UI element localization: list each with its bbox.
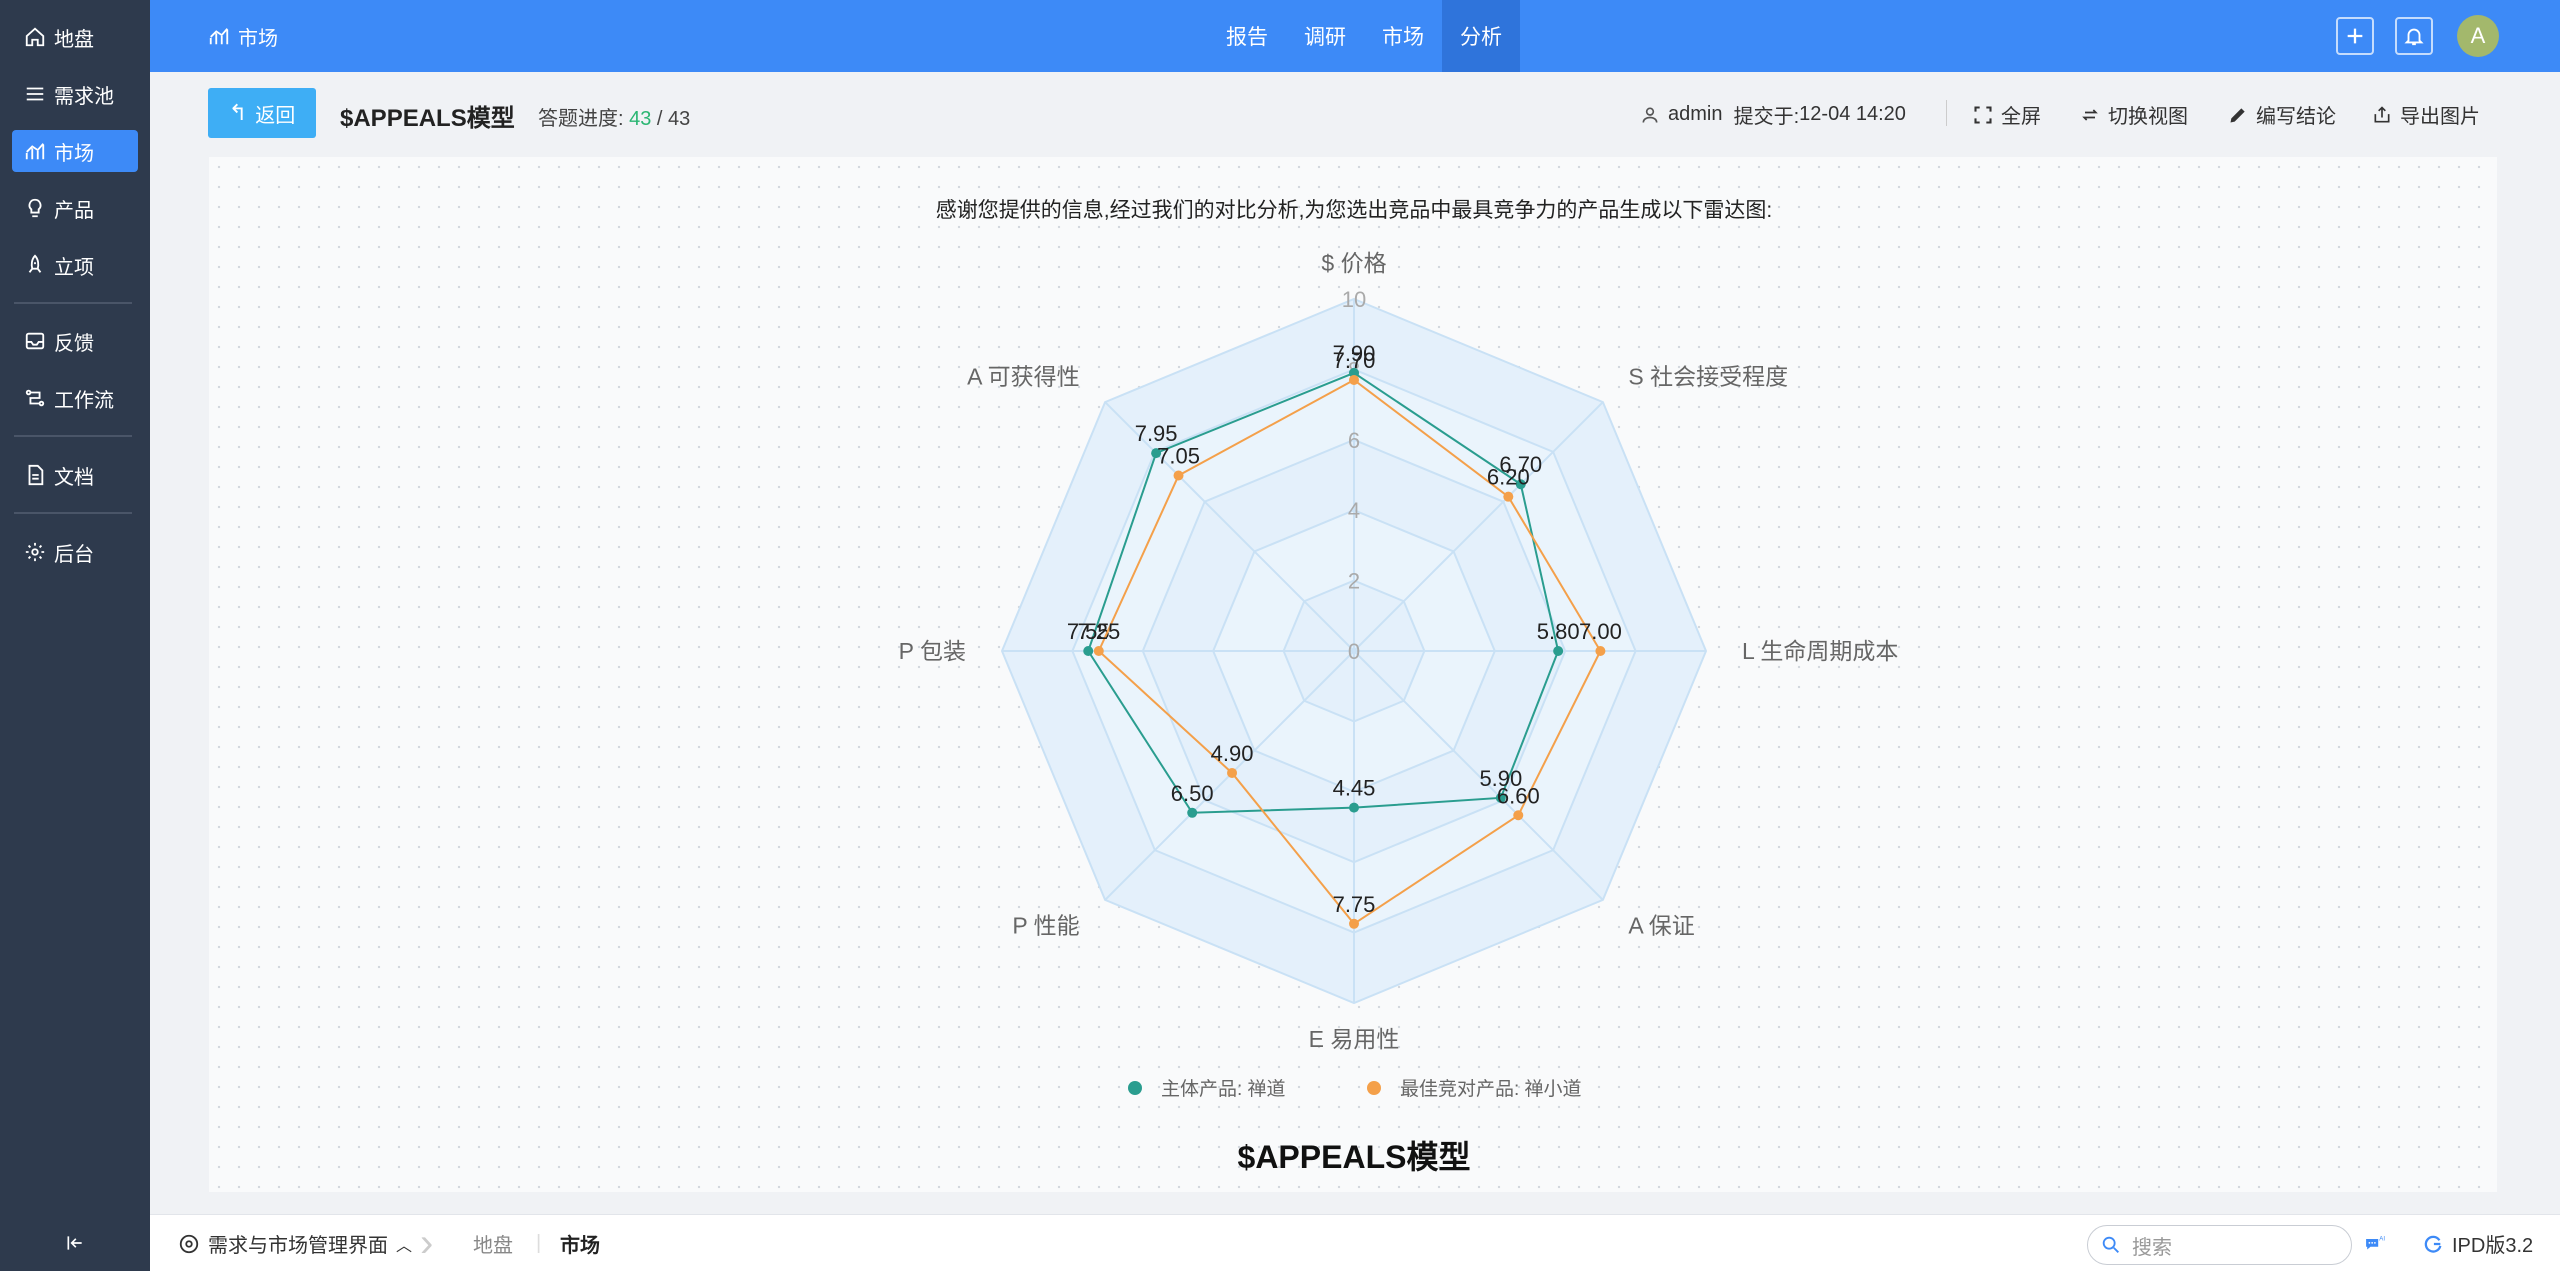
chart-icon [209,28,229,45]
switch-view-button[interactable]: 切换视图 [2080,100,2188,129]
sidebar-item-label: 反馈 [54,332,94,355]
chevron-up-icon: ︿ [396,1237,413,1255]
sidebar-item-label: 需求池 [54,85,114,108]
nav-tab-market[interactable]: 市场 [1364,0,1442,72]
back-button[interactable]: ↰ 返回 [208,88,316,138]
sidebar-item-admin[interactable]: 后台 [12,531,138,573]
notifications-button[interactable] [2395,17,2433,55]
logo-icon [2424,1235,2442,1253]
progress-label: 答题进度: [538,108,624,130]
back-button-label: 返回 [255,104,296,127]
submitter-user: admin [1668,103,1723,125]
version-info[interactable]: IPD版3.2 [2422,1215,2533,1271]
doc-icon [24,464,46,486]
top-nav: 报告 调研 市场 分析 [1208,0,1520,72]
sidebar: 地盘 需求池 市场 产品 立项 反馈 工作流 文档 后台 [0,0,150,1271]
swap-icon [2082,108,2098,121]
search-icon [2102,1236,2119,1253]
workspace-icon [179,1234,199,1253]
top-breadcrumb[interactable]: 市场 [208,0,278,72]
search-placeholder: 搜索 [2132,1236,2172,1259]
svg-text:AI: AI [2379,1236,2385,1242]
write-conclusion-label: 编写结论 [2256,106,2336,128]
add-button[interactable] [2336,17,2374,55]
collapse-sidebar-icon[interactable] [60,1228,90,1258]
nav-tab-research[interactable]: 调研 [1286,0,1364,72]
bell-icon [2404,28,2424,46]
sidebar-item-label: 立项 [54,256,94,279]
nav-tab-report[interactable]: 报告 [1208,0,1286,72]
sidebar-item-label: 后台 [54,543,94,566]
top-breadcrumb-label: 市场 [238,27,278,50]
export-image-label: 导出图片 [2400,106,2480,128]
action-row: ↰ 返回 $APPEALS模型 答题进度: 43 / 43 admin 提交于:… [150,72,2560,154]
sidebar-item-label: 市场 [54,142,94,165]
sidebar-divider [14,302,132,304]
fullscreen-button[interactable]: 全屏 [1973,100,2041,129]
sidebar-item-dashboard[interactable]: 地盘 [12,16,138,58]
sidebar-item-project[interactable]: 立项 [12,244,138,286]
breadcrumb-separator: › [420,1221,434,1265]
divider [1946,100,1947,126]
export-icon [2374,105,2390,122]
fullscreen-label: 全屏 [2001,106,2041,128]
avatar[interactable]: A [2457,15,2499,57]
gear-icon [24,541,46,563]
submitter-info: admin 提交于: 12-04 14:20 [1640,100,1906,129]
divider: | [536,1232,542,1254]
progress-total: 43 [668,108,691,130]
write-conclusion-button[interactable]: 编写结论 [2228,100,2336,129]
sidebar-item-workflow[interactable]: 工作流 [12,377,138,419]
home-icon [24,26,46,48]
fullscreen-icon [1974,105,1992,124]
sidebar-item-feedback[interactable]: 反馈 [12,320,138,362]
inbox-icon [24,330,46,352]
ai-chat-button[interactable]: AI [2365,1215,2395,1271]
submitted-label: 提交于: [1733,106,1800,128]
search-input[interactable]: 搜索 [2087,1225,2352,1265]
sidebar-item-label: 地盘 [54,28,94,51]
reply-arrow-icon: ↰ [228,100,248,125]
list-icon [24,83,46,105]
sidebar-item-requirement-pool[interactable]: 需求池 [12,73,138,115]
chart-icon [24,140,46,162]
sidebar-item-market[interactable]: 市场 [12,130,138,172]
submitted-time: 12-04 14:20 [1799,103,1906,125]
user-icon [1642,107,1658,123]
flow-icon [24,387,46,409]
progress-separator: / [651,108,669,130]
switch-view-label: 切换视图 [2108,106,2188,128]
export-image-button[interactable]: 导出图片 [2372,100,2480,129]
intro-text: 感谢您提供的信息,经过我们的对比分析,为您选出竞品中最具竞争力的产品生成以下雷达… [935,199,1773,222]
answer-progress: 答题进度: 43 / 43 [538,102,690,131]
version-label: IPD版3.2 [2452,1235,2534,1257]
analysis-canvas [209,157,2497,1192]
footer-bar: 需求与市场管理界面 ︿ › 地盘 | 市场 搜索 AI IPD版3.2 [150,1214,2560,1271]
footer-crumb-market[interactable]: 市场 [560,1215,600,1271]
workspace-label: 需求与市场管理界面 [208,1235,388,1257]
ai-chat-icon: AI [2366,1236,2385,1249]
sidebar-item-docs[interactable]: 文档 [12,454,138,496]
page-title: $APPEALS模型 [340,105,515,132]
sidebar-divider [14,435,132,437]
top-bar: 市场 报告 调研 市场 分析 A [150,0,2560,72]
sidebar-item-label: 工作流 [54,389,114,412]
nav-tab-analysis[interactable]: 分析 [1442,0,1520,72]
sidebar-item-label: 文档 [54,466,94,489]
progress-done: 43 [629,108,652,130]
rocket-icon [24,254,46,276]
pencil-icon [2230,107,2245,122]
workspace-switcher[interactable]: 需求与市场管理界面 ︿ [178,1215,412,1271]
plus-icon [2347,28,2363,44]
sidebar-divider [14,512,132,514]
footer-crumb-dashboard[interactable]: 地盘 [473,1215,513,1271]
